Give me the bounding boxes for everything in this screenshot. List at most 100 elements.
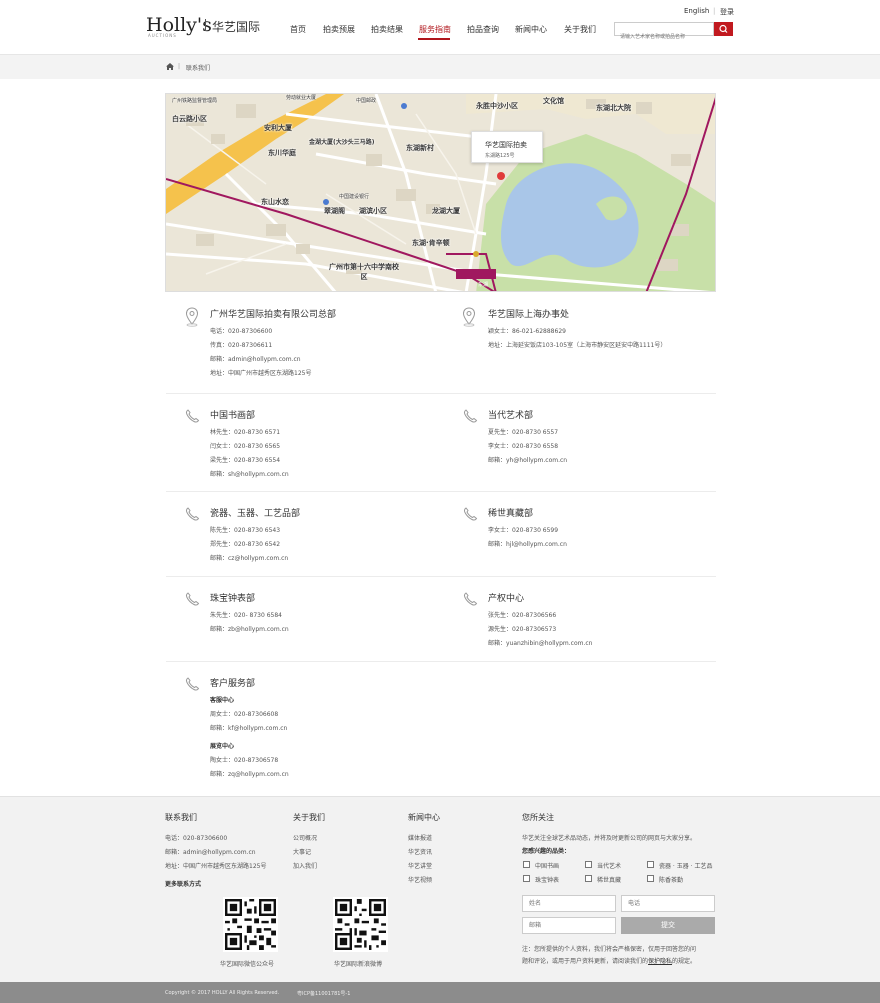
footer-link[interactable]: 大事记 (293, 847, 311, 856)
department-line: 闫女士：020-8730 6565 (210, 443, 281, 450)
office-line: 电话：020-87306600 (210, 328, 273, 335)
logo-divider (205, 19, 206, 31)
privacy-note-text: 的规定。 (672, 958, 697, 965)
map-popup: 华艺国际拍卖 东湖路125号 (471, 131, 543, 163)
department-line: 邮箱：kf@hollypm.com.cn (210, 725, 288, 732)
department-title: 稀世真藏部 (488, 509, 534, 519)
login-link[interactable]: 登录 (720, 7, 734, 17)
footer-link[interactable]: 公司概况 (293, 833, 317, 842)
category-label: 陈香茶勤 (659, 877, 684, 884)
map-label: 东山水恋 (261, 198, 289, 206)
footer-heading: 新闻中心 (408, 813, 440, 822)
footer-heading: 关于我们 (293, 813, 325, 822)
category-checkbox[interactable] (585, 875, 592, 882)
category-checkbox[interactable] (523, 861, 530, 868)
search-button[interactable] (714, 22, 733, 36)
phone-icon (185, 507, 200, 521)
department-title: 瓷器、玉器、工艺品部 (210, 509, 301, 519)
search-icon (719, 24, 728, 33)
department-line: 邮箱：zb@hollypm.com.cn (210, 626, 289, 633)
department-line: 夏先生：020-8730 6557 (488, 429, 559, 436)
map-label: 东湖北大院 (596, 104, 631, 112)
footer-heading: 联系我们 (165, 813, 197, 822)
interest-label: 您感兴趣的品类： (522, 848, 571, 855)
nav-about[interactable]: 关于我们 (564, 24, 596, 35)
category-label: 珠宝钟表 (535, 877, 560, 884)
footer-contact-line: 电话：020-87306600 (165, 835, 228, 842)
category-checkbox[interactable] (523, 875, 530, 882)
footer-link[interactable]: 媒体报道 (408, 833, 432, 842)
weibo-qr-code (333, 897, 388, 952)
category-checkbox[interactable] (585, 861, 592, 868)
footer-more-contacts: 更多联系方式 (165, 881, 202, 888)
footer-link[interactable]: 华艺视频 (408, 875, 432, 884)
breadcrumb-separator: | (178, 63, 181, 70)
nav-results[interactable]: 拍卖结果 (371, 24, 403, 35)
map-label: 东湖 (478, 282, 489, 288)
phone-icon (463, 507, 478, 521)
copyright-bar: Copyright © 2017 HOLLY All Rights Reserv… (0, 982, 880, 1003)
search-input[interactable] (615, 31, 713, 43)
category-checkbox[interactable] (647, 875, 654, 882)
map-popup-title: 华艺国际拍卖 (485, 141, 527, 149)
footer-link[interactable]: 华艺资讯 (408, 847, 432, 856)
map-label: 安利大厦 (264, 124, 292, 132)
footer (0, 796, 880, 982)
category-label: 稀世真藏 (597, 877, 622, 884)
map-label: 金湖大厦(大沙头三马路) (309, 139, 375, 146)
qr-caption: 华艺国际新浪微博 (334, 961, 383, 968)
active-nav-indicator (418, 38, 450, 40)
section-divider (166, 393, 716, 394)
category-checkbox[interactable] (647, 861, 654, 868)
footer-link[interactable]: 加入我们 (293, 861, 317, 870)
department-line: 邮箱：sh@hollypm.com.cn (210, 471, 289, 478)
department-line: 郑先生：020-8730 6542 (210, 541, 281, 548)
map-label: 广州铁路监督管理局 (172, 98, 218, 104)
map-label: 永胜中沙小区 (476, 102, 518, 110)
privacy-note: 注：您所提供的个人资料，我们将会严格保密，仅用于回答您的问 (522, 946, 697, 953)
qr-code-icon (225, 899, 276, 950)
search-box (614, 22, 714, 43)
category-label: 瓷器 · 玉器 · 工艺品 (659, 863, 713, 870)
icp-text[interactable]: 粤ICP备11001781号-1 (297, 990, 350, 997)
sub-section-title: 展览中心 (210, 743, 235, 750)
office-title: 广州华艺国际拍卖有限公司总部 (210, 310, 337, 320)
logo-cn[interactable]: 华艺国际 (212, 18, 260, 35)
home-icon[interactable] (166, 63, 174, 70)
map-label: 东川华庭 (268, 149, 296, 157)
nav-service-guide[interactable]: 服务指南 (419, 24, 451, 35)
nav-home[interactable]: 首页 (290, 24, 306, 35)
breadcrumb-current: 联系我们 (186, 65, 211, 72)
phone-icon (185, 592, 200, 606)
office-line: 颖女士：86-021-62888629 (488, 328, 566, 335)
privacy-link[interactable]: 保护隐私 (648, 958, 672, 965)
qr-code-icon (335, 899, 386, 950)
submit-button[interactable]: 提交 (621, 917, 715, 934)
nav-news[interactable]: 新闻中心 (515, 24, 547, 35)
nav-lot-search[interactable]: 拍品查询 (467, 24, 499, 35)
department-line: 朱先生：020- 8730 6584 (210, 612, 282, 619)
department-line: 周女士：020-87306608 (210, 711, 279, 718)
map-label: 翠湖阁 (324, 207, 345, 215)
email-field[interactable] (522, 917, 616, 934)
nav-preview[interactable]: 拍卖预展 (323, 24, 355, 35)
location-map[interactable]: 广州铁路监督管理局 白云路小区 劳动就业大厦 中国邮政 永胜中沙小区 文化馆 东… (165, 93, 716, 292)
map-label: 广州市第十六中学南校区 (329, 263, 399, 281)
department-line: 邮箱：yuanzhibin@hollypm.com.cn (488, 640, 593, 647)
department-line: 张先生：020-87306566 (488, 612, 557, 619)
footer-heading: 您所关注 (522, 813, 554, 822)
department-line: 邮箱：zq@hollypm.com.cn (210, 771, 289, 778)
english-link[interactable]: English (684, 7, 709, 15)
map-popup-address: 东湖路125号 (485, 153, 515, 159)
qr-caption: 华艺国际微信公众号 (220, 961, 275, 968)
phone-field[interactable] (621, 895, 715, 912)
name-field[interactable] (522, 895, 616, 912)
department-line: 源先生：020-87306573 (488, 626, 557, 633)
department-line: 林先生：020-8730 6571 (210, 429, 281, 436)
category-label: 中国书画 (535, 863, 560, 870)
header: Holly's AUCTIONS 华艺国际 首页 拍卖预展 拍卖结果 服务指南 … (0, 0, 880, 54)
map-label: 文化馆 (543, 97, 564, 105)
footer-link[interactable]: 华艺讲堂 (408, 861, 432, 870)
department-line: 李女士：020-8730 6599 (488, 527, 559, 534)
department-line: 李女士：020-8730 6558 (488, 443, 559, 450)
